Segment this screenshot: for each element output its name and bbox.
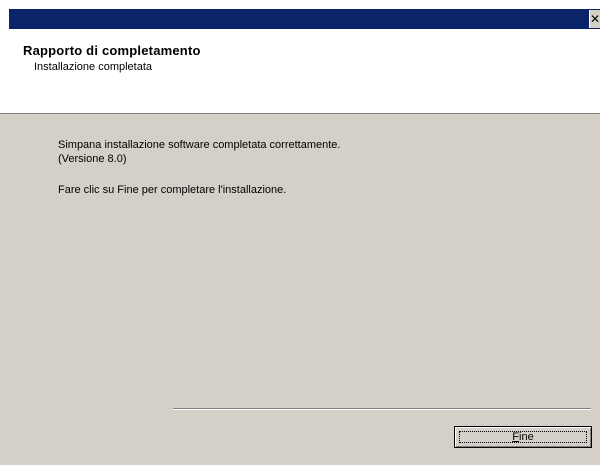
finish-mnemonic: F (512, 431, 520, 443)
instruction-text: Fare clic su Fine per completare l'insta… (58, 184, 287, 196)
wizard-content: Simpana installazione software completat… (0, 114, 600, 465)
title-bar-strip (9, 9, 600, 29)
version-text: (Versione 8.0) (58, 153, 127, 165)
page-title: Rapporto di completamento (23, 43, 201, 58)
finish-label-rest: ine (519, 431, 534, 443)
finish-button-label: Fine (512, 431, 533, 443)
wizard-header: Rapporto di completamento Installazione … (0, 29, 600, 114)
title-bar: ✕ (0, 0, 600, 29)
page-subtitle: Installazione completata (34, 61, 153, 73)
finish-button[interactable]: Fine (454, 426, 592, 448)
close-icon[interactable]: ✕ (589, 10, 600, 28)
button-separator (173, 408, 591, 410)
installer-window: ✕ Rapporto di completamento Installazion… (0, 0, 600, 465)
completion-message: Simpana installazione software completat… (58, 139, 341, 151)
